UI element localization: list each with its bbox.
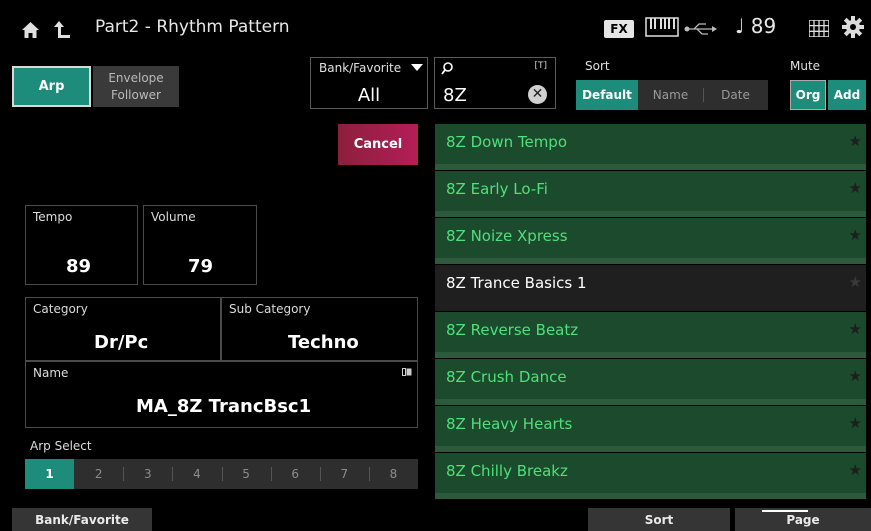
grid-icon[interactable] [809, 20, 829, 37]
list-item-name: 8Z Noize Xpress [446, 227, 568, 245]
arp-select-7[interactable]: 7 [319, 459, 369, 489]
list-item[interactable]: 8Z Heavy Hearts ★ [435, 406, 866, 452]
favorite-star-icon[interactable]: ★ [849, 461, 862, 479]
list-item[interactable]: 8Z Chilly Breakz ★ [435, 453, 866, 499]
name-field[interactable]: Name MA_8Z TrancBsc1 [25, 361, 418, 428]
sort-name-button[interactable]: Name [638, 80, 703, 110]
search-input[interactable]: 8Z [443, 85, 467, 106]
mute-add-button[interactable]: Add [828, 80, 866, 110]
dropdown-caret-icon [411, 64, 423, 71]
page-title: Part2 - Rhythm Pattern [95, 17, 290, 37]
fx-badge: FX [604, 20, 634, 38]
sub-category-field[interactable]: Sub Category Techno [221, 297, 418, 361]
search-icon [441, 62, 453, 75]
list-item-selected[interactable]: 8Z Trance Basics 1 ★ [435, 265, 866, 311]
back-icon[interactable] [54, 21, 70, 38]
arp-select-3[interactable]: 3 [123, 459, 172, 489]
envelope-follower-button[interactable]: Envelope Follower [93, 66, 179, 107]
arp-select-label: Arp Select [30, 439, 92, 453]
bank-favorite-label: Bank/Favorite [319, 61, 402, 75]
category-label: Category [33, 302, 88, 316]
name-label: Name [33, 366, 69, 380]
sort-default-button[interactable]: Default [576, 80, 638, 110]
bottom-bar: Bank/Favorite Sort Page [0, 508, 871, 531]
list-item[interactable]: 8Z Early Lo-Fi ★ [435, 171, 866, 217]
arp-select-2[interactable]: 2 [74, 459, 123, 489]
arp-select-6[interactable]: 6 [270, 459, 320, 489]
favorite-star-icon[interactable]: ★ [849, 367, 862, 385]
sort-label: Sort [585, 59, 610, 73]
mute-org-button[interactable]: Org [790, 80, 826, 110]
list-item[interactable]: 8Z Crush Dance ★ [435, 359, 866, 405]
volume-value: 79 [188, 256, 214, 277]
list-item-name: 8Z Early Lo-Fi [446, 180, 548, 198]
arp-select-5[interactable]: 5 [221, 459, 271, 489]
sub-category-value: Techno [288, 332, 359, 353]
list-item-name: 8Z Heavy Hearts [446, 415, 573, 433]
top-bar: Part2 - Rhythm Pattern FX ♩ 89 [0, 0, 871, 58]
favorite-star-icon[interactable]: ★ [849, 414, 862, 432]
arp-select-1[interactable]: 1 [25, 459, 75, 489]
list-item[interactable]: 8Z Down Tempo ★ [435, 124, 866, 170]
sort-selector: Default Name Date [576, 80, 768, 110]
name-value: MA_8Z TrancBsc1 [136, 396, 312, 417]
bank-favorite-value: All [357, 85, 381, 106]
mute-label: Mute [790, 59, 821, 73]
list-item-name: 8Z Chilly Breakz [446, 462, 568, 480]
favorite-star-icon[interactable]: ★ [849, 132, 862, 150]
category-value: Dr/Pc [94, 332, 149, 353]
arp-select: 1 2 3 4 5 6 7 8 [25, 459, 418, 489]
category-field[interactable]: Category Dr/Pc [25, 297, 221, 361]
gear-icon[interactable] [842, 16, 864, 38]
list-item-name: 8Z Crush Dance [446, 368, 567, 386]
clear-search-icon[interactable]: ✕ [528, 85, 547, 104]
sort-tab[interactable]: Sort [588, 508, 730, 531]
bank-favorite-tab[interactable]: Bank/Favorite [12, 508, 152, 531]
arp-button[interactable]: Arp [12, 66, 91, 107]
home-icon[interactable] [22, 22, 39, 38]
list-item-name: 8Z Down Tempo [446, 133, 568, 151]
volume-label: Volume [151, 210, 196, 224]
text-edit-icon [402, 368, 412, 376]
sub-category-label: Sub Category [229, 302, 311, 316]
tempo-label: Tempo [33, 210, 73, 224]
list-item[interactable]: 8Z Reverse Beatz ★ [435, 312, 866, 358]
result-list: 8Z Down Tempo ★ 8Z Early Lo-Fi ★ 8Z Noiz… [435, 124, 866, 500]
list-item-name: 8Z Reverse Beatz [446, 321, 579, 339]
bank-favorite-select[interactable]: Bank/Favorite All [310, 57, 428, 109]
tempo-value: 89 [66, 256, 92, 277]
usb-icon [684, 23, 717, 35]
sort-date-button[interactable]: Date [703, 80, 768, 110]
text-entry-flag: [T] [534, 61, 547, 71]
volume-field[interactable]: Volume 79 [143, 205, 257, 285]
favorite-star-icon[interactable]: ★ [849, 320, 862, 338]
arp-select-4[interactable]: 4 [172, 459, 221, 489]
tempo-readout: ♩ 89 [735, 14, 777, 38]
list-item-name: 8Z Trance Basics 1 [446, 274, 587, 292]
favorite-star-icon[interactable]: ★ [849, 226, 862, 244]
search-field[interactable]: [T] 8Z ✕ [434, 57, 556, 109]
tempo-field[interactable]: Tempo 89 [25, 205, 138, 285]
envelope-follower-label: Envelope Follower [108, 71, 164, 102]
favorite-star-icon[interactable]: ★ [849, 179, 862, 197]
arp-select-8[interactable]: 8 [368, 459, 418, 489]
page-indicator [762, 510, 808, 512]
cancel-button[interactable]: Cancel [338, 124, 418, 165]
keyboard-icon [645, 17, 679, 37]
list-item[interactable]: 8Z Noize Xpress ★ [435, 218, 866, 264]
favorite-star-icon[interactable]: ★ [849, 273, 862, 291]
